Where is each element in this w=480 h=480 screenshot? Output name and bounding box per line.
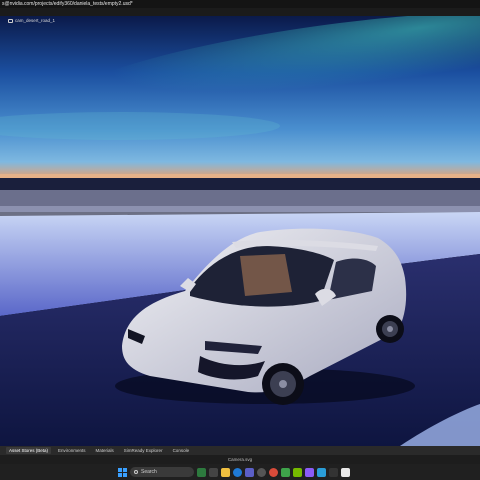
start-icon[interactable]: [118, 467, 127, 477]
teams-icon[interactable]: [245, 467, 254, 477]
scene-render: [0, 16, 480, 446]
search-icon: [134, 470, 138, 474]
viewport-3d[interactable]: cam_desert_road_1: [0, 16, 480, 446]
photos-icon[interactable]: [317, 467, 326, 477]
task-view-icon[interactable]: [209, 467, 218, 477]
tab-environments[interactable]: Environments: [55, 447, 89, 454]
camera-icon: [8, 18, 13, 23]
green-app-icon[interactable]: [281, 467, 290, 477]
window-title: s@nvidia.com/projects/edify360/daniela_t…: [2, 1, 133, 7]
chrome-icon[interactable]: [269, 467, 278, 477]
weather-icon[interactable]: [197, 467, 206, 477]
camera-label[interactable]: cam_desert_road_1: [8, 18, 55, 23]
settings-icon[interactable]: [257, 467, 266, 477]
windows-taskbar: Search: [0, 464, 480, 480]
camera-name: cam_desert_road_1: [15, 18, 56, 23]
edge-icon[interactable]: [233, 467, 242, 477]
terminal-icon[interactable]: [329, 467, 338, 477]
tab-console[interactable]: Console: [170, 447, 193, 454]
status-text: Camera.svg: [227, 457, 253, 462]
bottom-tab-bar: Asset Stores (Beta) Environments Materia…: [0, 446, 480, 455]
tab-simready-explorer[interactable]: SimReady Explorer: [121, 447, 166, 454]
taskbar-search[interactable]: Search: [130, 467, 194, 477]
tab-asset-stores[interactable]: Asset Stores (Beta): [6, 447, 52, 454]
window-title-bar: s@nvidia.com/projects/edify360/daniela_t…: [0, 0, 480, 8]
file-explorer-icon[interactable]: [221, 467, 230, 477]
status-bar: Camera.svg: [0, 455, 480, 464]
toolbar-strip: [0, 8, 480, 16]
notes-icon[interactable]: [341, 467, 350, 477]
nvidia-icon[interactable]: [293, 467, 302, 477]
app-icon[interactable]: [305, 467, 314, 477]
search-placeholder: Search: [141, 469, 157, 475]
tab-materials[interactable]: Materials: [93, 447, 117, 454]
